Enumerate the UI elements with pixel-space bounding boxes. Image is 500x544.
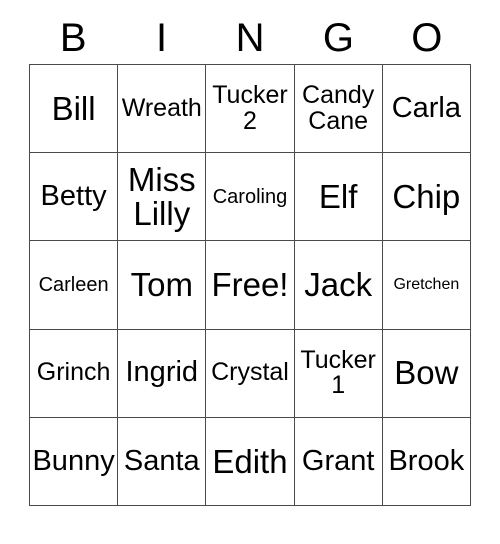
bingo-header-letter-b: B [59, 16, 87, 60]
bingo-cell[interactable]: Carleen [30, 241, 119, 330]
bingo-cell-label: Brook [388, 444, 465, 477]
bingo-cell[interactable]: Grinch [30, 329, 119, 418]
bingo-cell-label: Bill [51, 89, 96, 127]
bingo-cell-label: Miss Lilly [127, 161, 196, 232]
bingo-row: Bill Wreath Tucker 2 Candy Cane Carla [30, 65, 471, 154]
bingo-row: Carleen Tom Free! Jack Gretchen [30, 241, 471, 330]
bingo-cell[interactable]: Miss Lilly [118, 153, 207, 242]
bingo-cell-label: Grant [301, 444, 375, 477]
bingo-cell[interactable]: Tucker 1 [294, 329, 383, 418]
bingo-cell[interactable]: Santa [118, 417, 207, 506]
bingo-cell-label: Jack [304, 266, 373, 304]
bingo-header-letter-o: O [411, 16, 443, 60]
bingo-cell[interactable]: Tucker 2 [206, 65, 295, 154]
bingo-cell[interactable]: Crystal [206, 329, 295, 418]
bingo-cell[interactable]: Gretchen [382, 241, 471, 330]
bingo-cell[interactable]: Ingrid [118, 329, 207, 418]
bingo-cell[interactable]: Carla [382, 65, 471, 154]
bingo-cell[interactable]: Elf [294, 153, 383, 242]
bingo-cell[interactable]: Edith [206, 417, 295, 506]
bingo-cell-label: Ingrid [125, 356, 199, 389]
bingo-cell-label: Tucker 2 [212, 81, 288, 135]
bingo-cell-label: Caroling [212, 185, 288, 208]
bingo-cell[interactable]: Candy Cane [294, 65, 383, 154]
bingo-cell-label: Carla [391, 91, 461, 124]
bingo-cell[interactable]: Bunny [30, 417, 119, 506]
bingo-cell[interactable]: Caroling [206, 153, 295, 242]
bingo-cell-label: Bow [394, 354, 459, 392]
bingo-header-row: B I N G O [29, 12, 471, 64]
bingo-cell[interactable]: Betty [30, 153, 119, 242]
bingo-cell[interactable]: Bow [382, 329, 471, 418]
bingo-cell-label: Grinch [36, 358, 111, 387]
bingo-cell-label: Elf [318, 177, 358, 215]
bingo-cell[interactable]: Brook [382, 417, 471, 506]
bingo-header-letter-g: G [322, 16, 354, 60]
bingo-cell[interactable]: Tom [118, 241, 207, 330]
bingo-cell-label: Free! [211, 266, 289, 304]
bingo-cell[interactable]: Grant [294, 417, 383, 506]
bingo-grid: Bill Wreath Tucker 2 Candy Cane Carla Be… [29, 64, 471, 506]
bingo-cell[interactable]: Jack [294, 241, 383, 330]
bingo-cell-label: Carleen [38, 273, 109, 296]
bingo-cell[interactable]: Wreath [118, 65, 207, 154]
bingo-cell-label: Wreath [121, 93, 202, 122]
bingo-header-letter-n: N [235, 16, 265, 60]
bingo-cell-label: Edith [212, 442, 288, 480]
bingo-cell-free[interactable]: Free! [206, 241, 295, 330]
bingo-cell-label: Tom [130, 266, 193, 304]
bingo-row: Betty Miss Lilly Caroling Elf Chip [30, 153, 471, 242]
bingo-row: Grinch Ingrid Crystal Tucker 1 Bow [30, 329, 471, 418]
bingo-card: B I N G O Bill Wreath Tucker 2 Candy Can… [29, 12, 471, 506]
bingo-cell[interactable]: Chip [382, 153, 471, 242]
bingo-cell-label: Betty [40, 179, 107, 212]
bingo-cell[interactable]: Bill [30, 65, 119, 154]
bingo-row: Bunny Santa Edith Grant Brook [30, 417, 471, 506]
bingo-cell-label: Tucker 1 [300, 345, 376, 400]
bingo-cell-label: Crystal [211, 358, 289, 387]
bingo-cell-label: Gretchen [393, 275, 460, 293]
bingo-cell-label: Chip [392, 177, 461, 215]
bingo-cell-label: Bunny [32, 444, 115, 477]
bingo-header-letter-i: I [156, 16, 168, 60]
bingo-cell-label: Candy Cane [302, 81, 375, 135]
bingo-cell-label: Santa [123, 444, 200, 477]
